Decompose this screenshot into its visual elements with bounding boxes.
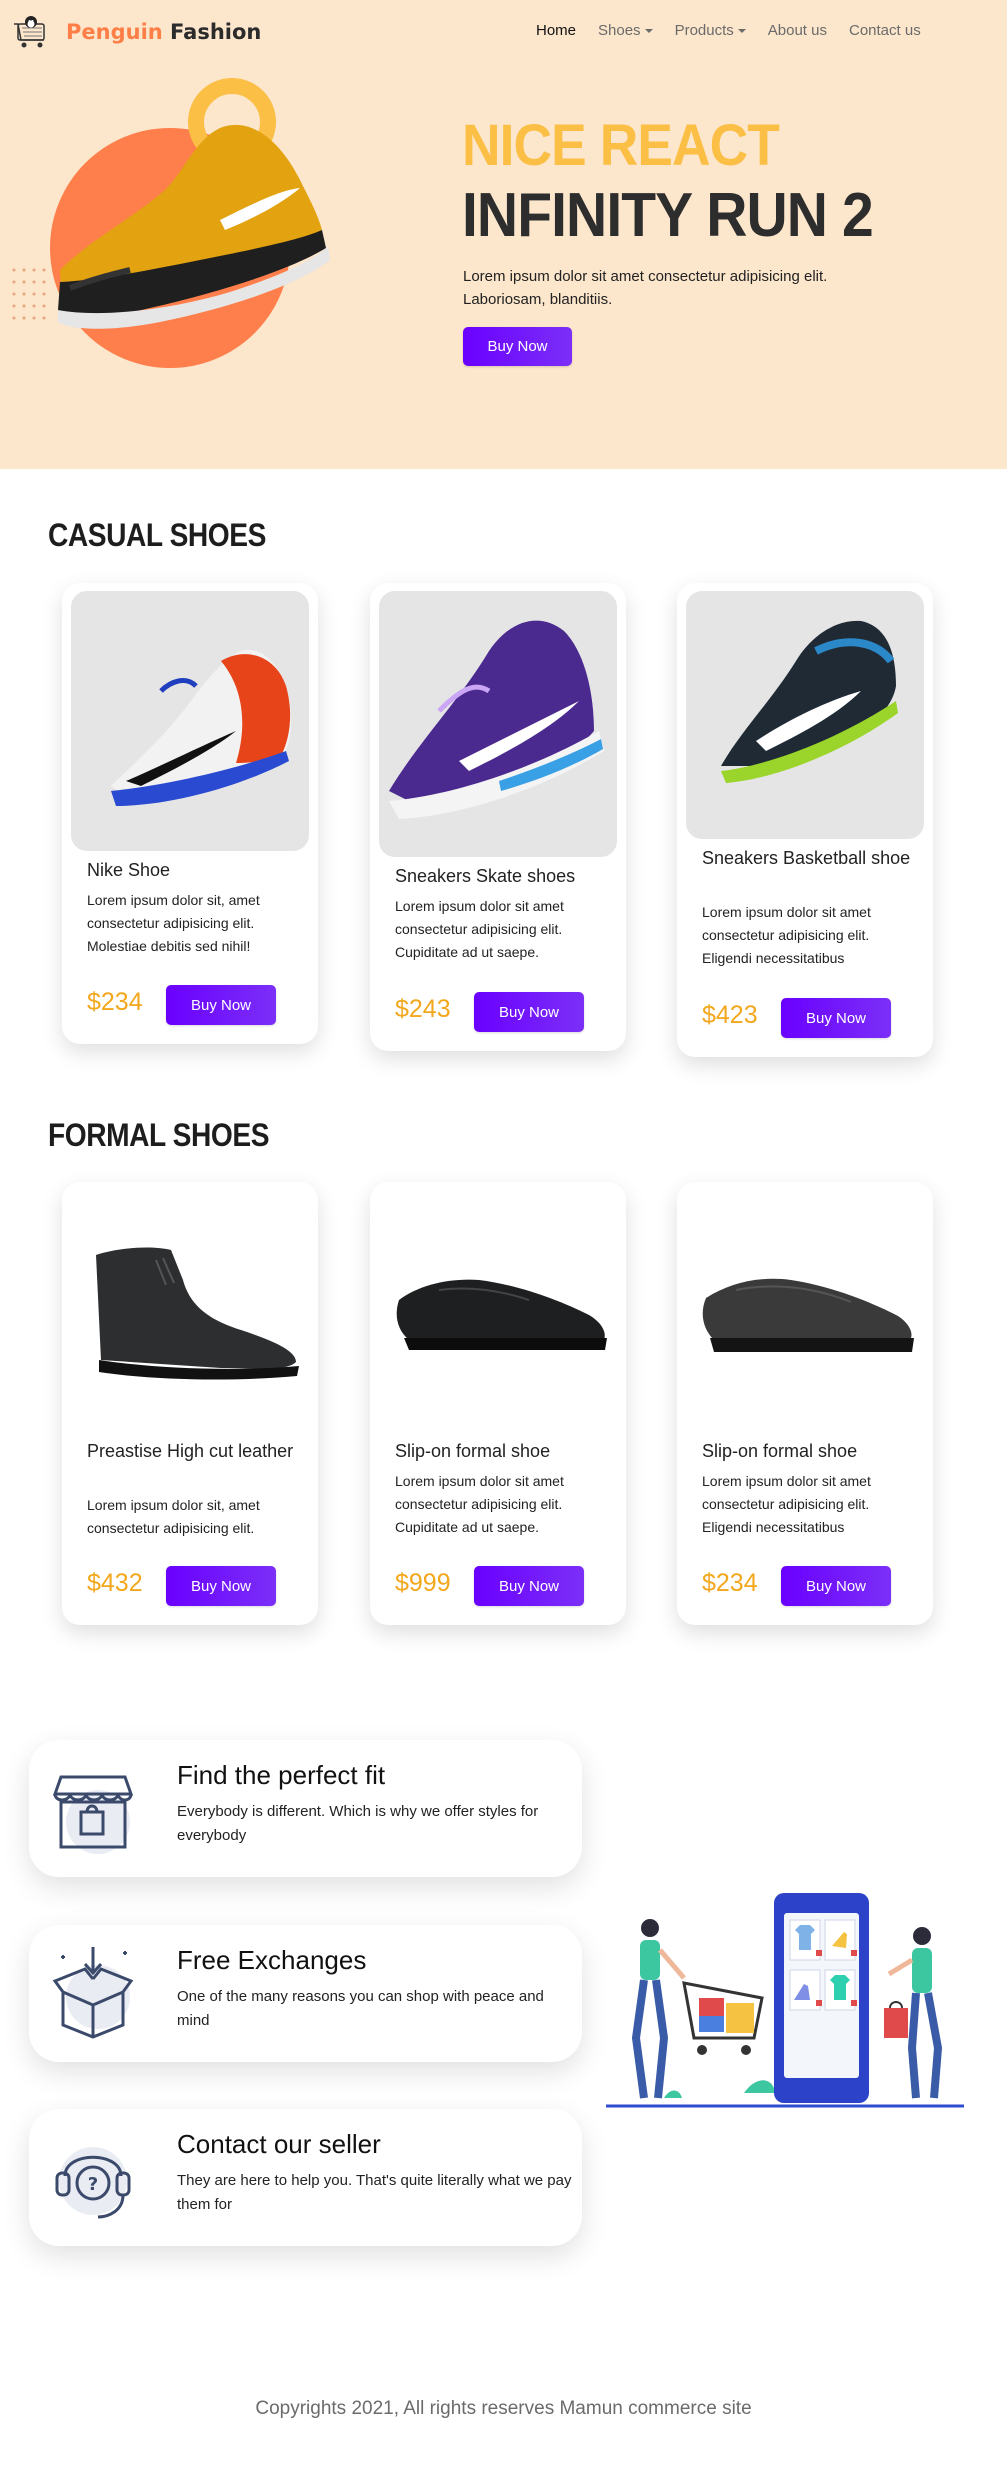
- product-image: [686, 591, 924, 839]
- hero-shoe-image: [12, 78, 330, 368]
- nav-about-label: About us: [767, 22, 827, 39]
- product-description: Lorem ipsum dolor sit amet consectetur a…: [395, 1473, 564, 1535]
- formal-shoes-heading: FORMAL SHOES: [48, 1117, 270, 1153]
- product-name: Sneakers Basketball shoe: [702, 848, 911, 868]
- feature-card-free-exchanges: Free Exchanges One of the many reasons y…: [29, 1925, 582, 2062]
- nav-home[interactable]: Home: [525, 22, 587, 39]
- product-image: [379, 591, 617, 857]
- high-cut-leather-shoe-image: [96, 1247, 299, 1380]
- product-image: [71, 1190, 309, 1430]
- product-card[interactable]: Preastise High cut leather Lorem ipsum d…: [62, 1182, 318, 1625]
- hero-description: Lorem ipsum dolor sit amet consectetur a…: [463, 268, 828, 308]
- nav-products-dropdown[interactable]: Products: [664, 22, 757, 39]
- nav-contact[interactable]: Contact us: [838, 22, 932, 39]
- hero-buy-now-button[interactable]: Buy Now: [463, 327, 572, 366]
- hero-section: Penguin Fashion Home Shoes Products Abou…: [0, 0, 1007, 469]
- box-icon: [52, 1947, 134, 2039]
- basketball-shoe-image: [721, 620, 898, 783]
- main-nav: Home Shoes Products About us Contact us: [525, 22, 932, 39]
- svg-text:?: ?: [88, 2174, 98, 2195]
- nike-shoe-image: [111, 650, 292, 806]
- hero-title-line2: INFINITY RUN 2: [462, 181, 874, 250]
- feature-card-perfect-fit: Find the perfect fit Everybody is differ…: [29, 1740, 582, 1877]
- footer-copyright: Copyrights 2021, All rights reserves Mam…: [255, 2398, 752, 2419]
- product-name: Slip-on formal shoe: [702, 1441, 858, 1461]
- product-image: [686, 1190, 924, 1430]
- skate-shoe-image: [389, 620, 604, 819]
- nav-products-label: Products: [674, 22, 734, 39]
- caret-down-icon: [644, 28, 653, 33]
- feature-title: Find the perfect fit: [177, 1760, 386, 1790]
- product-card[interactable]: Nike Shoe Lorem ipsum dolor sit, amet co…: [62, 583, 318, 1044]
- buy-now-button[interactable]: Buy Now: [474, 992, 584, 1032]
- brand-name: Penguin Fashion: [66, 20, 261, 44]
- product-name: Nike Shoe: [87, 860, 171, 880]
- casual-shoes-heading: CASUAL SHOES: [48, 517, 266, 553]
- feature-card-contact-seller: ? Contact our seller They are here to he…: [29, 2109, 582, 2246]
- product-description: Lorem ipsum dolor sit amet consectetur a…: [702, 1473, 871, 1535]
- product-description: Lorem ipsum dolor sit, amet consectetur …: [87, 892, 260, 954]
- feature-title: Contact our seller: [177, 2129, 381, 2159]
- caret-down-icon: [737, 28, 746, 33]
- feature-title: Free Exchanges: [177, 1945, 367, 1975]
- product-description: Lorem ipsum dolor sit amet consectetur a…: [395, 898, 564, 960]
- product-description: Lorem ipsum dolor sit, amet consectetur …: [87, 1497, 260, 1536]
- hero-title-line1: NICE REACT: [462, 113, 780, 178]
- product-card[interactable]: Slip-on formal shoe Lorem ipsum dolor si…: [370, 1182, 626, 1625]
- nav-about[interactable]: About us: [757, 22, 838, 39]
- slip-on-shoe-image: [396, 1279, 607, 1350]
- slip-on-shoe-image: [702, 1278, 914, 1352]
- buy-now-button[interactable]: Buy Now: [166, 1566, 276, 1606]
- product-image: [71, 591, 309, 851]
- buy-now-button[interactable]: Buy Now: [166, 985, 276, 1025]
- product-price: $234: [87, 988, 143, 1016]
- buy-now-button[interactable]: Buy Now: [474, 1566, 584, 1606]
- product-card[interactable]: Slip-on formal shoe Lorem ipsum dolor si…: [677, 1182, 933, 1625]
- penguin-cart-logo-icon: [14, 16, 45, 48]
- nav-shoes-dropdown[interactable]: Shoes: [587, 22, 664, 39]
- product-price: $423: [702, 1001, 758, 1029]
- buy-now-button[interactable]: Buy Now: [781, 998, 891, 1038]
- feature-text: They are here to help you. That's quite …: [177, 2172, 572, 2213]
- product-name: Slip-on formal shoe: [395, 1441, 551, 1461]
- nav-shoes-label: Shoes: [598, 22, 641, 39]
- product-name: Sneakers Skate shoes: [395, 866, 576, 886]
- page: Penguin Fashion Home Shoes Products Abou…: [0, 0, 1007, 2473]
- product-price: $999: [395, 1569, 451, 1597]
- brand-name-rest: Fashion: [170, 20, 262, 44]
- feature-text: Everybody is different. Which is why we …: [177, 1803, 539, 1844]
- product-card[interactable]: Sneakers Basketball shoe Lorem ipsum dol…: [677, 583, 933, 1057]
- product-price: $432: [87, 1569, 143, 1597]
- feature-text: One of the many reasons you can shop wit…: [177, 1988, 544, 2029]
- nav-contact-label: Contact us: [848, 22, 921, 39]
- product-price: $243: [395, 995, 451, 1023]
- product-card[interactable]: Sneakers Skate shoes Lorem ipsum dolor s…: [370, 583, 626, 1051]
- nav-home-label: Home: [536, 22, 577, 39]
- product-name: Preastise High cut leather: [87, 1441, 294, 1461]
- product-price: $234: [702, 1569, 758, 1597]
- buy-now-button[interactable]: Buy Now: [781, 1566, 891, 1606]
- product-description: Lorem ipsum dolor sit amet consectetur a…: [702, 904, 871, 966]
- shop-icon: [52, 1775, 134, 1854]
- support-icon: ?: [55, 2147, 131, 2219]
- online-shopping-illustration: [606, 1893, 964, 2108]
- product-image: [379, 1190, 617, 1430]
- brand-name-accent: Penguin: [66, 20, 163, 44]
- brand[interactable]: Penguin Fashion: [12, 14, 261, 50]
